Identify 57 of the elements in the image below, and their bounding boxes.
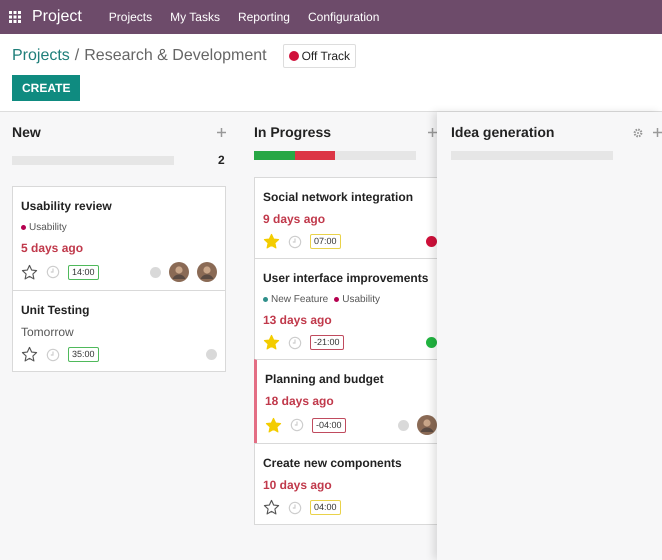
task-title: Create new components (263, 455, 403, 472)
clock-icon[interactable] (288, 500, 302, 514)
deadline: 5 days ago (21, 240, 84, 257)
deadline: 10 days ago (263, 477, 333, 494)
create-button[interactable]: CREATE (12, 75, 80, 101)
column-title: Idea generation (451, 123, 554, 142)
star-icon[interactable] (21, 346, 38, 363)
time-badge: 07:00 (310, 234, 341, 249)
deadline: 18 days ago (265, 393, 335, 410)
task-title: User interface improvements (263, 270, 430, 287)
time-badge: 04:00 (310, 500, 341, 515)
settings-icon[interactable] (633, 128, 643, 138)
task-card[interactable]: Create new components 10 days ago 04:00 (254, 443, 437, 525)
task-card[interactable]: Unit Testing Tomorrow 35:00 (12, 290, 226, 372)
add-icon[interactable] (653, 128, 662, 137)
deadline: 13 days ago (263, 312, 333, 329)
deadline: Tomorrow (21, 324, 75, 341)
column-title: In Progress (254, 123, 332, 142)
task-title: Planning and budget (265, 371, 385, 388)
dragged-column[interactable]: Idea generation (437, 112, 662, 560)
tag-label: Usability (29, 221, 67, 235)
tag-label: New Feature (271, 293, 328, 307)
task-card[interactable]: Usability review Usability 5 days ago 14:00 (12, 186, 226, 291)
menu-item[interactable]: My Tasks (161, 8, 229, 26)
time-badge: -21:00 (310, 335, 344, 350)
add-icon[interactable] (217, 128, 226, 137)
task-title: Unit Testing (21, 302, 90, 319)
task-card[interactable]: Planning and budget 18 days ago -04:00 (254, 359, 437, 444)
clock-icon[interactable] (290, 418, 304, 432)
task-card[interactable]: Social network integration 9 days ago 07:00 (254, 177, 437, 259)
menu-item[interactable]: Projects (100, 8, 162, 26)
apps-menu-icon[interactable] (9, 11, 21, 23)
time-badge: 35:00 (68, 347, 99, 362)
progress-bar[interactable] (254, 151, 416, 160)
menu-item[interactable]: Reporting (228, 8, 299, 26)
app-title[interactable]: Project (32, 5, 82, 29)
breadcrumb-link[interactable]: Projects (12, 44, 70, 68)
clock-icon[interactable] (46, 348, 60, 362)
task-card[interactable]: User interface improvements New Feature Usability 13 days ago -21:00 (254, 258, 437, 360)
clock-icon[interactable] (46, 265, 60, 279)
time-badge: 14:00 (68, 264, 99, 280)
breadcrumb-separator: / (74, 46, 80, 66)
add-icon[interactable] (428, 128, 437, 137)
status-button[interactable]: Off Track (282, 44, 356, 68)
column-title: New (12, 123, 41, 142)
clock-icon[interactable] (288, 234, 302, 248)
task-count: 2 (218, 152, 225, 169)
task-title: Social network integration (263, 189, 414, 206)
tag-label: Usability (342, 293, 380, 307)
menu-item[interactable]: Configuration (298, 8, 388, 26)
deadline: 9 days ago (263, 211, 326, 228)
star-icon[interactable] (21, 264, 38, 280)
breadcrumb-current: Research & Development (84, 46, 267, 66)
star-icon[interactable] (263, 499, 280, 516)
time-badge: -04:00 (312, 418, 346, 432)
clock-icon[interactable] (288, 336, 302, 350)
task-title: Usability review (21, 198, 113, 215)
